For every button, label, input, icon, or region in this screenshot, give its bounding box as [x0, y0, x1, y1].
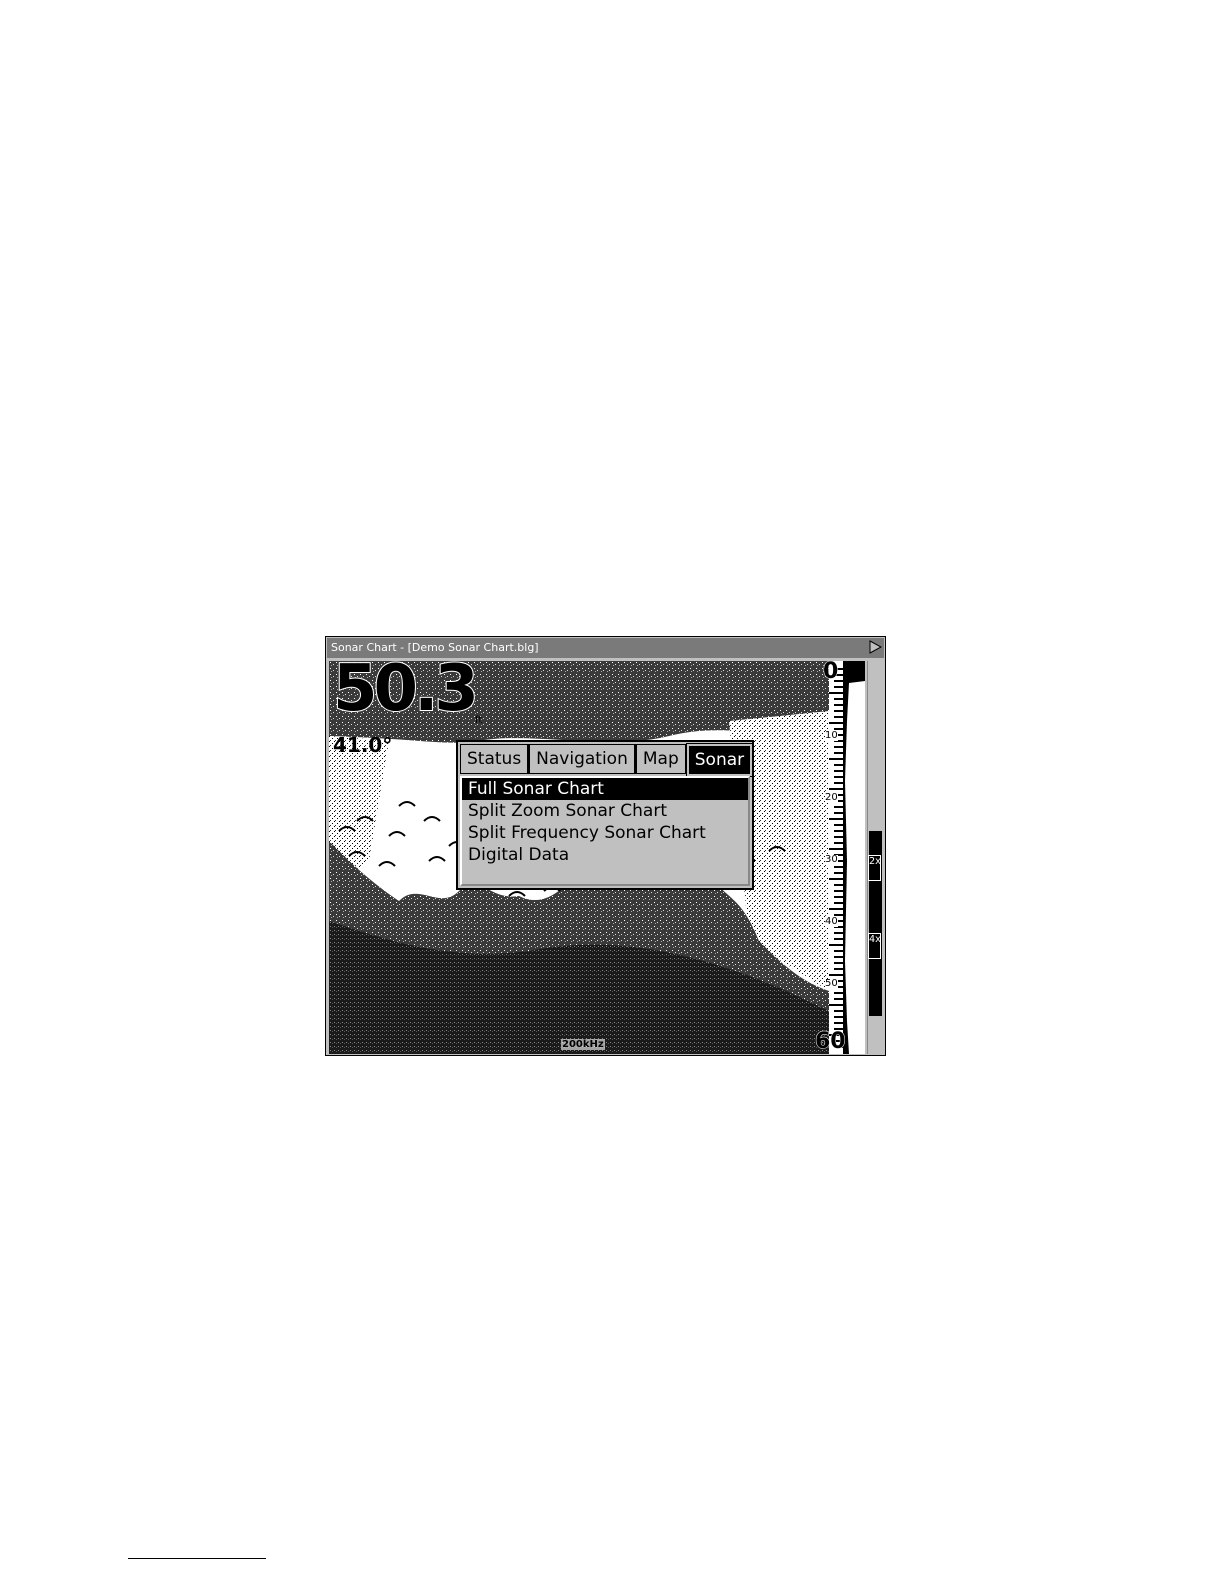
- menu-item-digital-data[interactable]: Digital Data: [462, 844, 748, 866]
- footer-rule: [128, 1558, 266, 1559]
- tab-status[interactable]: Status: [460, 744, 530, 774]
- menu-tabs: Status Navigation Map Sonar: [460, 743, 754, 777]
- menu-item-split-frequency-sonar-chart[interactable]: Split Frequency Sonar Chart: [462, 822, 748, 844]
- temperature-readout: 41.0°: [333, 733, 393, 757]
- page: Sonar Chart - [Demo Sonar Chart.blg] 50.…: [0, 0, 1224, 1584]
- scale-mark: 30: [825, 854, 838, 865]
- zoom-2x-button[interactable]: 2x: [868, 855, 881, 881]
- menu-item-split-zoom-sonar-chart[interactable]: Split Zoom Sonar Chart: [462, 800, 748, 822]
- triangle-right-icon[interactable]: [867, 639, 883, 655]
- range-top-label: 0: [822, 661, 839, 685]
- menu-item-full-sonar-chart[interactable]: Full Sonar Chart: [462, 778, 748, 800]
- scale-mark: 50: [825, 978, 838, 989]
- page-menu: Status Navigation Map Sonar Full Sonar C…: [456, 740, 754, 890]
- zoom-bar[interactable]: 2x 4x: [867, 661, 883, 1054]
- frequency-label: 200kHz: [561, 1039, 605, 1050]
- menu-list: Full Sonar Chart Split Zoom Sonar Chart …: [460, 776, 750, 886]
- depth-readout: 50.3: [332, 661, 480, 726]
- scale-mark: 10: [825, 730, 838, 741]
- scale-mark: 20: [825, 792, 838, 803]
- tab-map[interactable]: Map: [635, 744, 687, 774]
- depth-unit: ft: [475, 715, 483, 726]
- range-bottom-label: 60: [815, 1029, 847, 1055]
- scale-mark: 40: [825, 916, 838, 927]
- tab-navigation[interactable]: Navigation: [529, 744, 636, 774]
- zoom-4x-button[interactable]: 4x: [868, 933, 881, 959]
- window-title: Sonar Chart - [Demo Sonar Chart.blg]: [327, 638, 884, 658]
- tab-sonar[interactable]: Sonar: [685, 743, 754, 777]
